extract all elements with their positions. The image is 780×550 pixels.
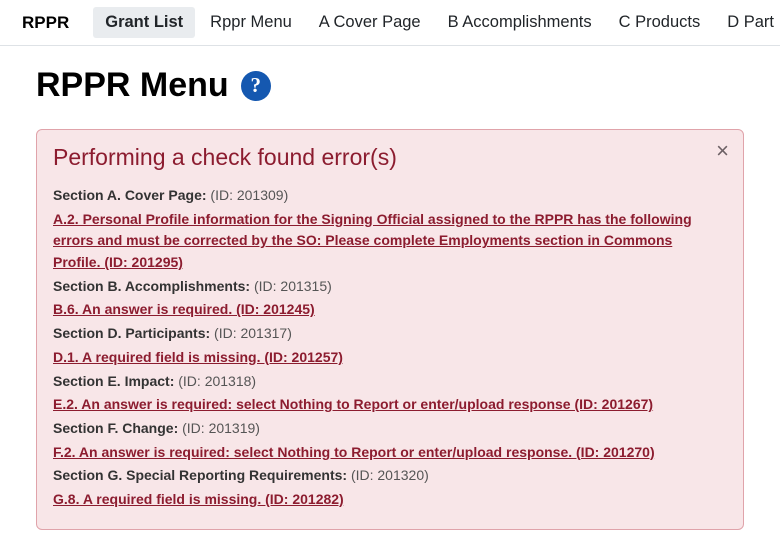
error-section-id: (ID: 201319) bbox=[182, 420, 260, 436]
error-link-row: G.8. A required field is missing. (ID: 2… bbox=[53, 489, 703, 511]
top-nav: RPPR Grant ListRppr MenuA Cover PageB Ac… bbox=[0, 0, 780, 46]
help-icon[interactable]: ? bbox=[241, 71, 271, 101]
error-section-header: Section D. Participants: (ID: 201317) bbox=[53, 323, 703, 345]
error-link-row: A.2. Personal Profile information for th… bbox=[53, 209, 703, 274]
error-link-row: D.1. A required field is missing. (ID: 2… bbox=[53, 347, 703, 369]
error-section-label: Section F. Change: bbox=[53, 420, 178, 436]
error-link[interactable]: F.2. An answer is required: select Nothi… bbox=[53, 444, 655, 460]
alert-title: Performing a check found error(s) bbox=[53, 144, 703, 171]
error-section-header: Section G. Special Reporting Requirement… bbox=[53, 465, 703, 487]
error-link[interactable]: E.2. An answer is required: select Nothi… bbox=[53, 396, 653, 412]
error-section-header: Section E. Impact: (ID: 201318) bbox=[53, 371, 703, 393]
error-link[interactable]: B.6. An answer is required. (ID: 201245) bbox=[53, 301, 315, 317]
error-section-header: Section B. Accomplishments: (ID: 201315) bbox=[53, 276, 703, 298]
page-title-text: RPPR Menu bbox=[36, 66, 229, 105]
error-section-label: Section D. Participants: bbox=[53, 325, 210, 341]
error-section-id: (ID: 201317) bbox=[214, 325, 292, 341]
nav-item-d-part[interactable]: D Part bbox=[715, 7, 780, 38]
close-icon[interactable]: × bbox=[716, 140, 729, 162]
brand-label: RPPR bbox=[20, 9, 77, 37]
error-section-label: Section E. Impact: bbox=[53, 373, 174, 389]
content-area: RPPR Menu ? × Performing a check found e… bbox=[0, 46, 780, 550]
nav-item-grant-list[interactable]: Grant List bbox=[93, 7, 195, 38]
error-link-row: F.2. An answer is required: select Nothi… bbox=[53, 442, 703, 464]
nav-item-a-cover-page[interactable]: A Cover Page bbox=[307, 7, 433, 38]
nav-item-rppr-menu[interactable]: Rppr Menu bbox=[198, 7, 304, 38]
nav-item-b-accomplishments[interactable]: B Accomplishments bbox=[436, 7, 604, 38]
error-section-label: Section G. Special Reporting Requirement… bbox=[53, 467, 347, 483]
error-link-row: B.6. An answer is required. (ID: 201245) bbox=[53, 299, 703, 321]
error-alert: × Performing a check found error(s) Sect… bbox=[36, 129, 744, 530]
page-title: RPPR Menu ? bbox=[36, 66, 744, 105]
error-link[interactable]: D.1. A required field is missing. (ID: 2… bbox=[53, 349, 343, 365]
error-section-label: Section A. Cover Page: bbox=[53, 187, 207, 203]
error-link[interactable]: A.2. Personal Profile information for th… bbox=[53, 211, 692, 270]
error-section-id: (ID: 201315) bbox=[254, 278, 332, 294]
error-section-id: (ID: 201309) bbox=[210, 187, 288, 203]
error-link[interactable]: G.8. A required field is missing. (ID: 2… bbox=[53, 491, 344, 507]
error-link-row: E.2. An answer is required: select Nothi… bbox=[53, 394, 703, 416]
error-section-header: Section A. Cover Page: (ID: 201309) bbox=[53, 185, 703, 207]
error-section-header: Section F. Change: (ID: 201319) bbox=[53, 418, 703, 440]
error-section-id: (ID: 201318) bbox=[178, 373, 256, 389]
error-section-id: (ID: 201320) bbox=[351, 467, 429, 483]
error-section-label: Section B. Accomplishments: bbox=[53, 278, 250, 294]
nav-item-c-products[interactable]: C Products bbox=[607, 7, 713, 38]
